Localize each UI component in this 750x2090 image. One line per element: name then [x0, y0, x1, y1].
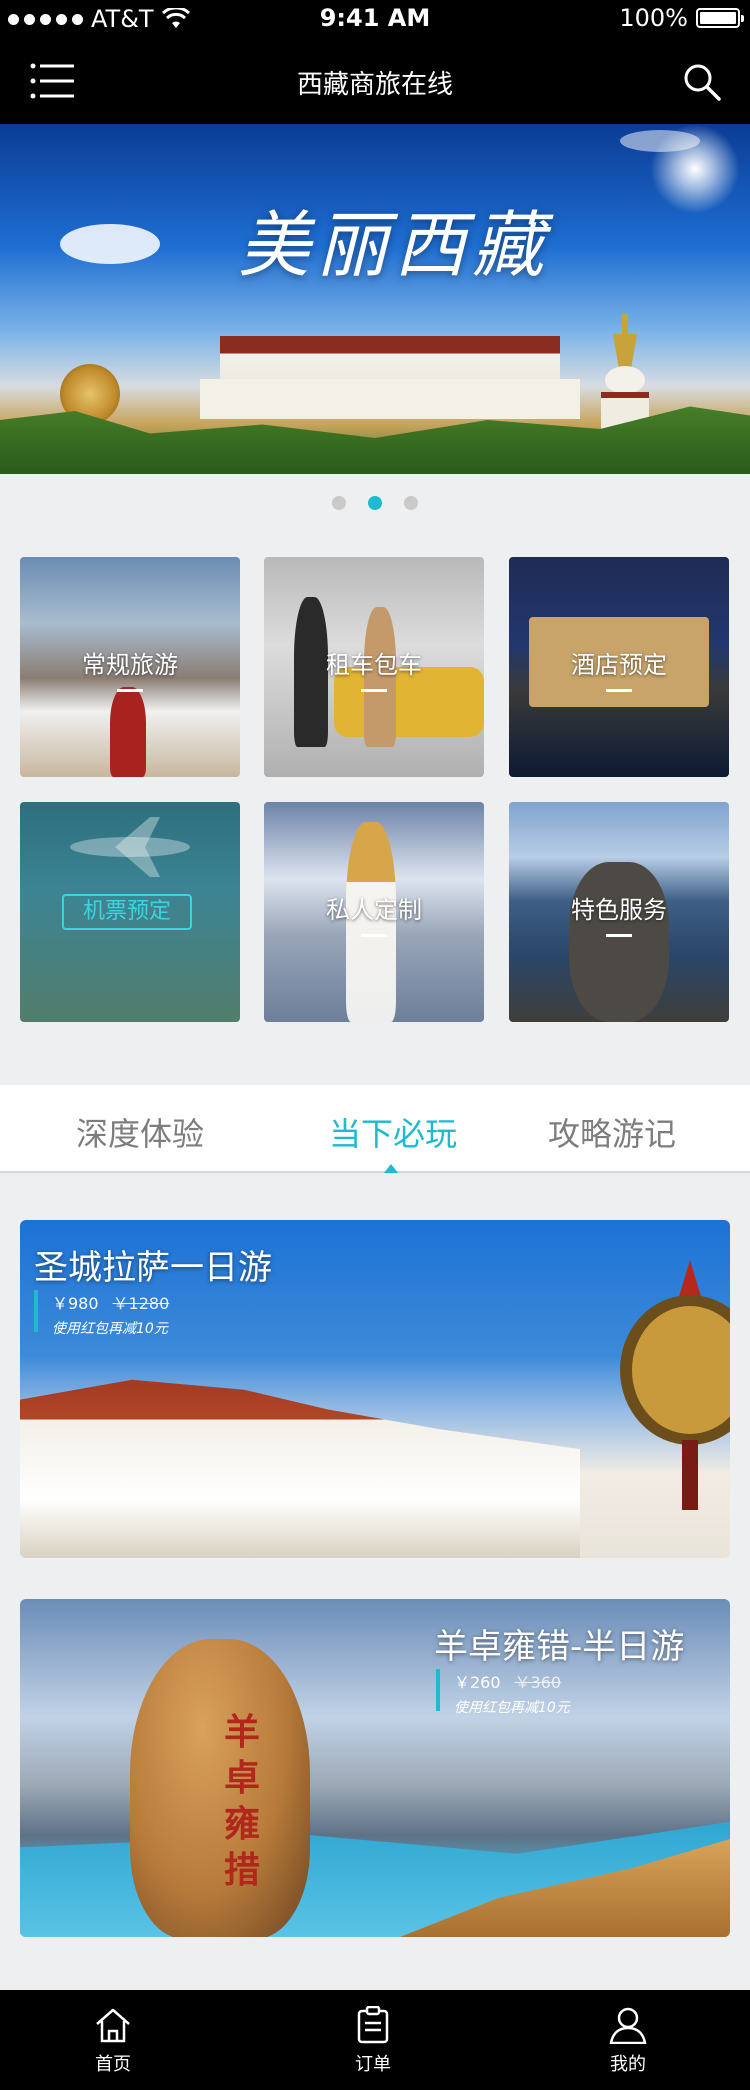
airplane-icon — [70, 817, 190, 877]
tabbar-label: 首页 — [95, 2054, 131, 2075]
tour-original-price: ￥360 — [514, 1673, 562, 1692]
label-underline — [361, 689, 387, 692]
tour-promo: 使用红包再减10元 — [454, 1700, 570, 1716]
label-underline — [117, 689, 143, 692]
pager-dot-active[interactable] — [368, 496, 382, 510]
home-icon — [96, 2008, 130, 2043]
tour-original-price: ￥1280 — [112, 1294, 170, 1313]
label-underline — [606, 689, 632, 692]
service-label: 常规旅游 — [82, 651, 178, 679]
battery-percent: 100% — [619, 4, 688, 32]
tour-title: 羊卓雍错-半日游 — [434, 1627, 685, 1667]
tabbar-orders[interactable]: 订单 — [313, 2006, 433, 2076]
active-tab-indicator — [384, 1164, 398, 1173]
tour-price-block: ￥260 ￥360 使用红包再减10元 — [436, 1669, 570, 1716]
status-right: 100% — [619, 4, 744, 32]
battery-icon — [696, 8, 744, 28]
tab-travel-guides[interactable]: 攻略游记 — [487, 1109, 737, 1155]
tabbar-label: 订单 — [355, 2054, 391, 2075]
content-tabs: 深度体验 当下必玩 攻略游记 — [0, 1085, 750, 1173]
tour-promo: 使用红包再减10元 — [52, 1321, 168, 1337]
tour-title: 圣城拉萨一日游 — [34, 1248, 272, 1288]
tabbar-home[interactable]: 首页 — [53, 2006, 173, 2076]
app-root: AT&T 9:41 AM 100% 西藏商旅在线 美丽西藏 常规旅游 租车包车 … — [0, 0, 750, 2090]
label-underline — [361, 934, 387, 937]
prayer-wheel-image — [590, 1260, 730, 1510]
engraved-stone-image: 羊卓雍措 — [130, 1639, 310, 1937]
tabbar-profile[interactable]: 我的 — [568, 2006, 688, 2076]
nav-bar: 西藏商旅在线 — [0, 40, 750, 124]
potala-palace-image — [20, 1379, 580, 1558]
service-label: 租车包车 — [326, 651, 422, 679]
pager-dot[interactable] — [404, 496, 418, 510]
order-icon — [357, 2006, 389, 2044]
service-label: 特色服务 — [571, 896, 667, 924]
stupa-image — [601, 314, 649, 434]
banner-title: 美丽西藏 — [238, 203, 551, 287]
page-title: 西藏商旅在线 — [296, 70, 453, 100]
cloud — [60, 224, 160, 264]
tab-must-play-now[interactable]: 当下必玩 — [268, 1109, 518, 1155]
profile-icon — [609, 2007, 647, 2044]
service-custom-tour[interactable]: 私人定制 — [264, 802, 484, 1022]
tour-price: ￥260 — [454, 1673, 501, 1692]
tour-price-line: ￥980 ￥1280 — [52, 1290, 169, 1314]
stone-cairn-image — [569, 862, 669, 1022]
bottom-tab-bar: 首页 订单 我的 — [0, 1990, 750, 2090]
service-car-rental[interactable]: 租车包车 — [264, 557, 484, 777]
label-underline — [606, 934, 632, 937]
service-flight-booking[interactable]: 机票预定 — [20, 802, 240, 1022]
tour-card[interactable]: 羊卓雍措 羊卓雍错-半日游 ￥260 ￥360 使用红包再减10元 — [20, 1599, 730, 1937]
tab-deep-experience[interactable]: 深度体验 — [15, 1109, 265, 1155]
tabbar-label: 我的 — [610, 2054, 646, 2075]
status-bar: AT&T 9:41 AM 100% — [0, 0, 750, 40]
search-icon[interactable] — [682, 62, 722, 102]
tour-price-line: ￥260 ￥360 — [454, 1669, 570, 1693]
service-regular-tour[interactable]: 常规旅游 — [20, 557, 240, 777]
stone-inscription: 羊卓雍措 — [224, 1711, 261, 1891]
traveler-figure — [110, 687, 146, 777]
service-special[interactable]: 特色服务 — [509, 802, 729, 1022]
tour-price-block: ￥980 ￥1280 使用红包再减10元 — [34, 1290, 169, 1337]
pager-dot[interactable] — [332, 496, 346, 510]
service-label: 机票预定 — [62, 894, 192, 930]
cloud — [620, 130, 700, 152]
service-label: 酒店预定 — [571, 651, 667, 679]
hero-banner[interactable]: 美丽西藏 — [0, 124, 750, 474]
palace-base-image — [200, 379, 580, 419]
tour-price: ￥980 — [52, 1294, 99, 1313]
service-hotel-booking[interactable]: 酒店预定 — [509, 557, 729, 777]
tour-card[interactable]: 圣城拉萨一日游 ￥980 ￥1280 使用红包再减10元 — [20, 1220, 730, 1558]
banner-pagination — [0, 496, 750, 510]
service-label: 私人定制 — [326, 896, 422, 924]
